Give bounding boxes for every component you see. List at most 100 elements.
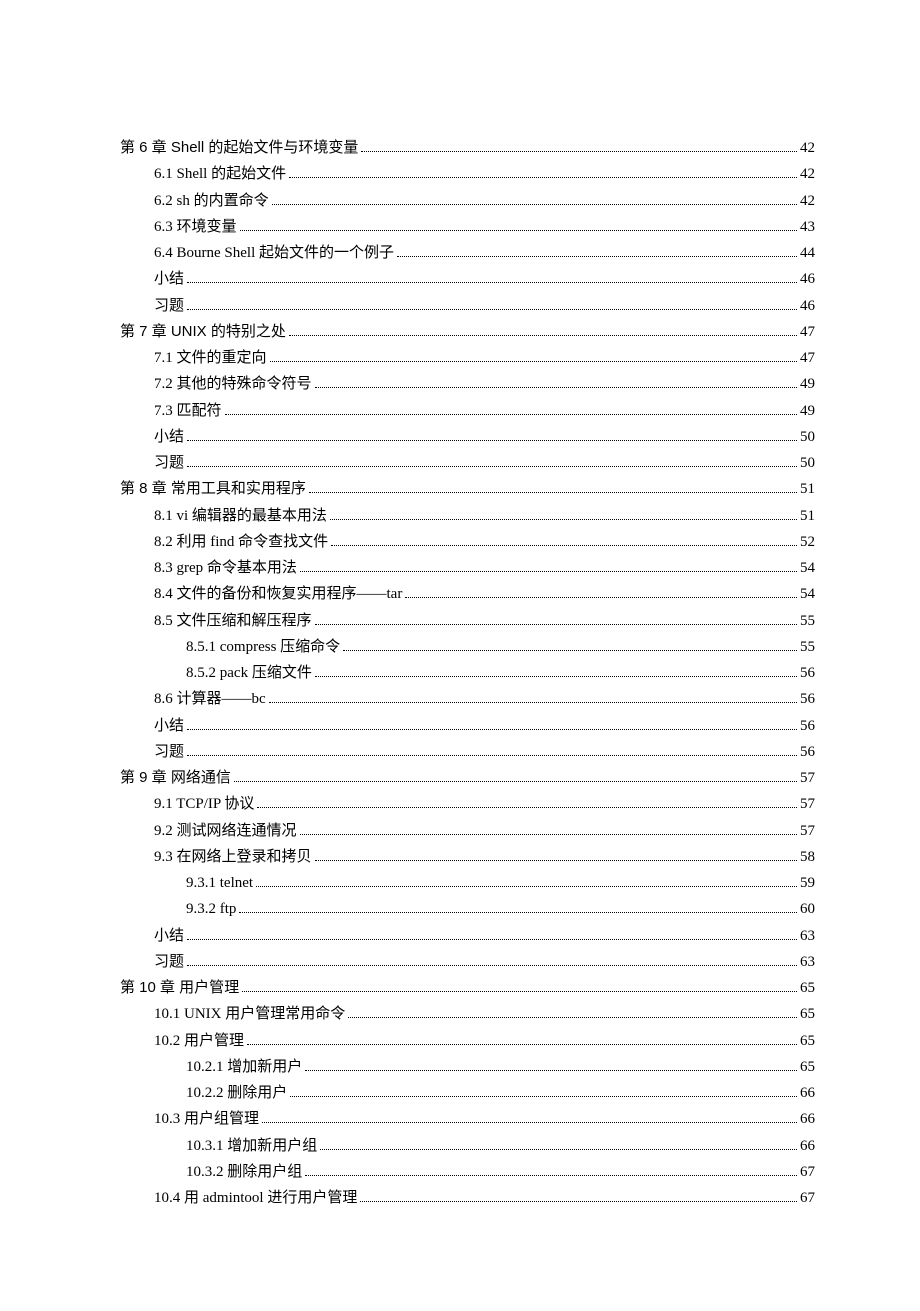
- toc-leader-dots: [289, 165, 797, 179]
- toc-entry-page: 60: [800, 896, 815, 922]
- toc-entry[interactable]: 6.2 sh 的内置命令42: [120, 188, 815, 214]
- toc-leader-dots: [234, 768, 797, 782]
- toc-leader-dots: [330, 506, 797, 520]
- toc-entry-label: 小结: [154, 923, 184, 949]
- toc-entry-label: 10.3.1 增加新用户组: [186, 1133, 317, 1159]
- toc-entry-page: 65: [800, 975, 815, 1001]
- toc-entry[interactable]: 8.5 文件压缩和解压程序 55: [120, 608, 815, 634]
- toc-entry[interactable]: 10.3.2 删除用户组 67: [120, 1159, 815, 1185]
- toc-entry[interactable]: 第 10 章 用户管理65: [120, 975, 815, 1001]
- toc-entry[interactable]: 8.6 计算器——bc56: [120, 686, 815, 712]
- toc-entry-page: 65: [800, 1054, 815, 1080]
- toc-entry[interactable]: 6.3 环境变量43: [120, 214, 815, 240]
- toc-entry-label: 9.3 在网络上登录和拷贝: [154, 844, 312, 870]
- toc-leader-dots: [360, 1188, 797, 1202]
- toc-entry[interactable]: 10.3.1 增加新用户组66: [120, 1133, 815, 1159]
- toc-entry-label: 9.3.2 ftp: [186, 896, 236, 922]
- toc-entry-label: 第 8 章 常用工具和实用程序: [120, 476, 306, 502]
- toc-entry[interactable]: 8.3 grep 命令基本用法54: [120, 555, 815, 581]
- toc-entry-label: 第 6 章 Shell 的起始文件与环境变量: [120, 135, 358, 161]
- toc-leader-dots: [262, 1110, 797, 1124]
- toc-leader-dots: [187, 952, 797, 966]
- toc-entry[interactable]: 小结50: [120, 424, 815, 450]
- toc-leader-dots: [187, 270, 797, 284]
- toc-entry-label: 8.3 grep 命令基本用法: [154, 555, 297, 581]
- toc-entry[interactable]: 小结46: [120, 266, 815, 292]
- toc-entry-page: 47: [800, 345, 815, 371]
- toc-entry-label: 10.3.2 删除用户组: [186, 1159, 302, 1185]
- toc-entry-label: 小结: [154, 713, 184, 739]
- toc-entry[interactable]: 8.5.1 compress 压缩命令55: [120, 634, 815, 660]
- toc-entry[interactable]: 7.3 匹配符49: [120, 398, 815, 424]
- toc-entry[interactable]: 10.4 用 admintool 进行用户管理 67: [120, 1185, 815, 1211]
- toc-entry-page: 42: [800, 188, 815, 214]
- toc-entry-page: 55: [800, 608, 815, 634]
- toc-entry[interactable]: 小结 63: [120, 923, 815, 949]
- toc-leader-dots: [187, 716, 797, 730]
- toc-leader-dots: [305, 1162, 797, 1176]
- toc-entry[interactable]: 习题50: [120, 450, 815, 476]
- toc-entry-page: 49: [800, 398, 815, 424]
- toc-entry-page: 63: [800, 923, 815, 949]
- toc-leader-dots: [300, 821, 797, 835]
- toc-entry[interactable]: 8.1 vi 编辑器的最基本用法51: [120, 503, 815, 529]
- toc-entry[interactable]: 9.1 TCP/IP 协议57: [120, 791, 815, 817]
- toc-entry-label: 8.5.1 compress 压缩命令: [186, 634, 340, 660]
- toc-entry-page: 42: [800, 161, 815, 187]
- toc-entry[interactable]: 第 8 章 常用工具和实用程序51: [120, 476, 815, 502]
- toc-entry-label: 习题: [154, 450, 184, 476]
- toc-entry[interactable]: 习题63: [120, 949, 815, 975]
- toc-entry-page: 56: [800, 660, 815, 686]
- toc-leader-dots: [240, 217, 797, 231]
- toc-entry[interactable]: 8.4 文件的备份和恢复实用程序——tar54: [120, 581, 815, 607]
- toc-entry[interactable]: 9.2 测试网络连通情况57: [120, 818, 815, 844]
- toc-entry-page: 46: [800, 293, 815, 319]
- toc-entry-label: 10.2.1 增加新用户: [186, 1054, 302, 1080]
- toc-entry-page: 66: [800, 1106, 815, 1132]
- toc-entry[interactable]: 6.1 Shell 的起始文件 42: [120, 161, 815, 187]
- toc-entry-page: 67: [800, 1185, 815, 1211]
- toc-entry[interactable]: 第 9 章 网络通信57: [120, 765, 815, 791]
- toc-entry[interactable]: 习题56: [120, 739, 815, 765]
- toc-entry-label: 习题: [154, 949, 184, 975]
- toc-entry-page: 44: [800, 240, 815, 266]
- toc-entry[interactable]: 10.3 用户组管理66: [120, 1106, 815, 1132]
- toc-entry[interactable]: 9.3.2 ftp 60: [120, 896, 815, 922]
- toc-entry-label: 小结: [154, 424, 184, 450]
- toc-leader-dots: [331, 532, 797, 546]
- toc-entry-label: 10.1 UNIX 用户管理常用命令: [154, 1001, 345, 1027]
- toc-entry-page: 65: [800, 1001, 815, 1027]
- toc-entry-label: 7.1 文件的重定向: [154, 345, 267, 371]
- toc-entry-label: 6.4 Bourne Shell 起始文件的一个例子: [154, 240, 394, 266]
- toc-leader-dots: [361, 138, 797, 152]
- toc-entry[interactable]: 10.2.1 增加新用户 65: [120, 1054, 815, 1080]
- toc-entry-label: 10.4 用 admintool 进行用户管理: [154, 1185, 357, 1211]
- toc-entry[interactable]: 6.4 Bourne Shell 起始文件的一个例子 44: [120, 240, 815, 266]
- toc-entry[interactable]: 10.2.2 删除用户66: [120, 1080, 815, 1106]
- toc-leader-dots: [315, 847, 797, 861]
- toc-entry-label: 8.2 利用 find 命令查找文件: [154, 529, 328, 555]
- toc-entry[interactable]: 10.1 UNIX 用户管理常用命令 65: [120, 1001, 815, 1027]
- toc-entry[interactable]: 第 6 章 Shell 的起始文件与环境变量42: [120, 135, 815, 161]
- toc-entry[interactable]: 7.1 文件的重定向 47: [120, 345, 815, 371]
- toc-entry[interactable]: 9.3 在网络上登录和拷贝58: [120, 844, 815, 870]
- table-of-contents: 第 6 章 Shell 的起始文件与环境变量426.1 Shell 的起始文件4…: [120, 135, 815, 1211]
- toc-leader-dots: [242, 978, 797, 992]
- toc-entry-page: 67: [800, 1159, 815, 1185]
- toc-entry-label: 6.1 Shell 的起始文件: [154, 161, 286, 187]
- toc-entry[interactable]: 8.2 利用 find 命令查找文件52: [120, 529, 815, 555]
- toc-entry[interactable]: 7.2 其他的特殊命令符号49: [120, 371, 815, 397]
- toc-leader-dots: [270, 348, 797, 362]
- toc-entry[interactable]: 10.2 用户管理65: [120, 1028, 815, 1054]
- toc-entry-page: 54: [800, 581, 815, 607]
- toc-entry[interactable]: 9.3.1 telnet59: [120, 870, 815, 896]
- toc-entry[interactable]: 第 7 章 UNIX 的特别之处47: [120, 319, 815, 345]
- toc-entry-label: 8.5 文件压缩和解压程序: [154, 608, 312, 634]
- toc-leader-dots: [397, 243, 797, 257]
- toc-entry-label: 习题: [154, 293, 184, 319]
- toc-leader-dots: [187, 926, 797, 940]
- toc-entry-page: 66: [800, 1080, 815, 1106]
- toc-entry[interactable]: 8.5.2 pack 压缩文件56: [120, 660, 815, 686]
- toc-entry[interactable]: 小结56: [120, 713, 815, 739]
- toc-entry[interactable]: 习题 46: [120, 293, 815, 319]
